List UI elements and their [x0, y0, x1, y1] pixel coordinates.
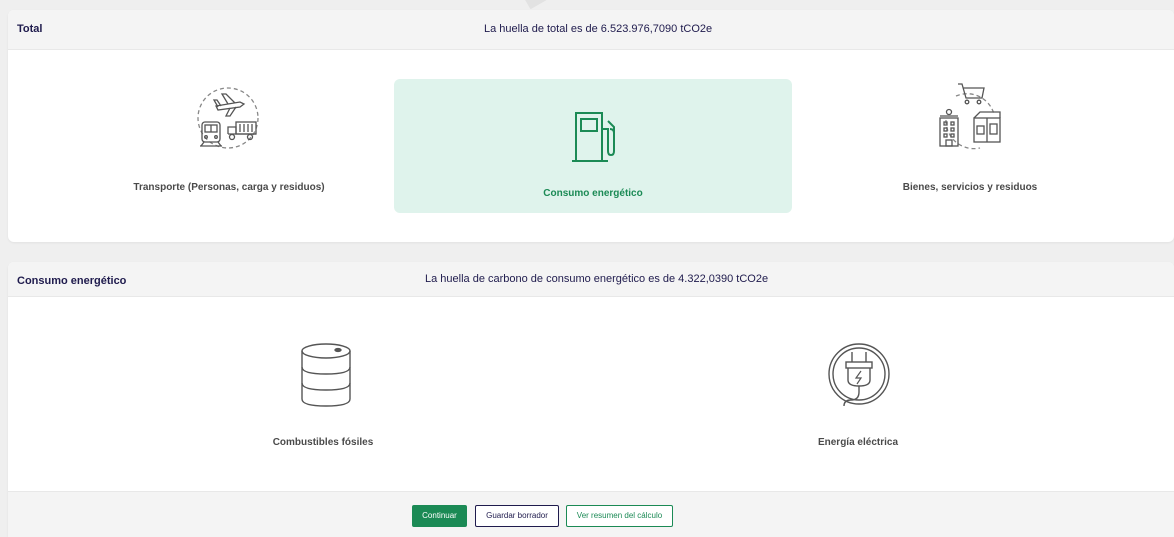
option-transporte[interactable]: Transporte (Personas, carga y residuos) [104, 80, 354, 210]
transport-icon [197, 87, 259, 149]
action-footer: Continuar Guardar borrador Ver resumen d… [8, 491, 1174, 537]
total-card: Total La huella de total es de 6.523.976… [8, 10, 1174, 242]
consumo-energetico-card: Consumo energético La huella de carbono … [8, 262, 1174, 537]
total-footprint-message: La huella de total es de 6.523.976,7090 … [484, 23, 713, 35]
option-consumo-energetico[interactable]: Consumo energético [394, 79, 792, 213]
electric-plug-icon [828, 343, 890, 407]
page: Total La huella de total es de 6.523.976… [0, 0, 1174, 537]
fuel-pump-icon [572, 112, 615, 162]
consumo-footprint-message: La huella de carbono de consumo energéti… [425, 273, 769, 285]
option-bienes-servicios[interactable]: Bienes, servicios y residuos [870, 80, 1070, 210]
consumo-card-title: Consumo energético [17, 275, 127, 287]
option-transporte-label: Transporte (Personas, carga y residuos) [133, 182, 325, 193]
option-combustibles-fosiles[interactable]: Combustibles fósiles [218, 342, 428, 452]
ver-resumen-button[interactable]: Ver resumen del cálculo [566, 505, 673, 527]
guardar-borrador-button[interactable]: Guardar borrador [475, 505, 559, 527]
oil-barrel-icon [301, 343, 351, 407]
consumo-card-header: Consumo energético La huella de carbono … [8, 262, 1174, 297]
option-energia-electrica[interactable]: Energía eléctrica [758, 342, 958, 452]
option-consumo-label: Consumo energético [543, 188, 643, 199]
total-card-title: Total [17, 23, 43, 35]
option-bienes-label: Bienes, servicios y residuos [902, 182, 1038, 193]
option-combustibles-label: Combustibles fósiles [272, 437, 374, 448]
watermark-stripe [521, 0, 609, 10]
option-electrica-label: Energía eléctrica [817, 437, 899, 448]
goods-services-icon [939, 83, 1001, 150]
continuar-button[interactable]: Continuar [412, 505, 467, 527]
total-card-header: Total La huella de total es de 6.523.976… [8, 10, 1174, 50]
